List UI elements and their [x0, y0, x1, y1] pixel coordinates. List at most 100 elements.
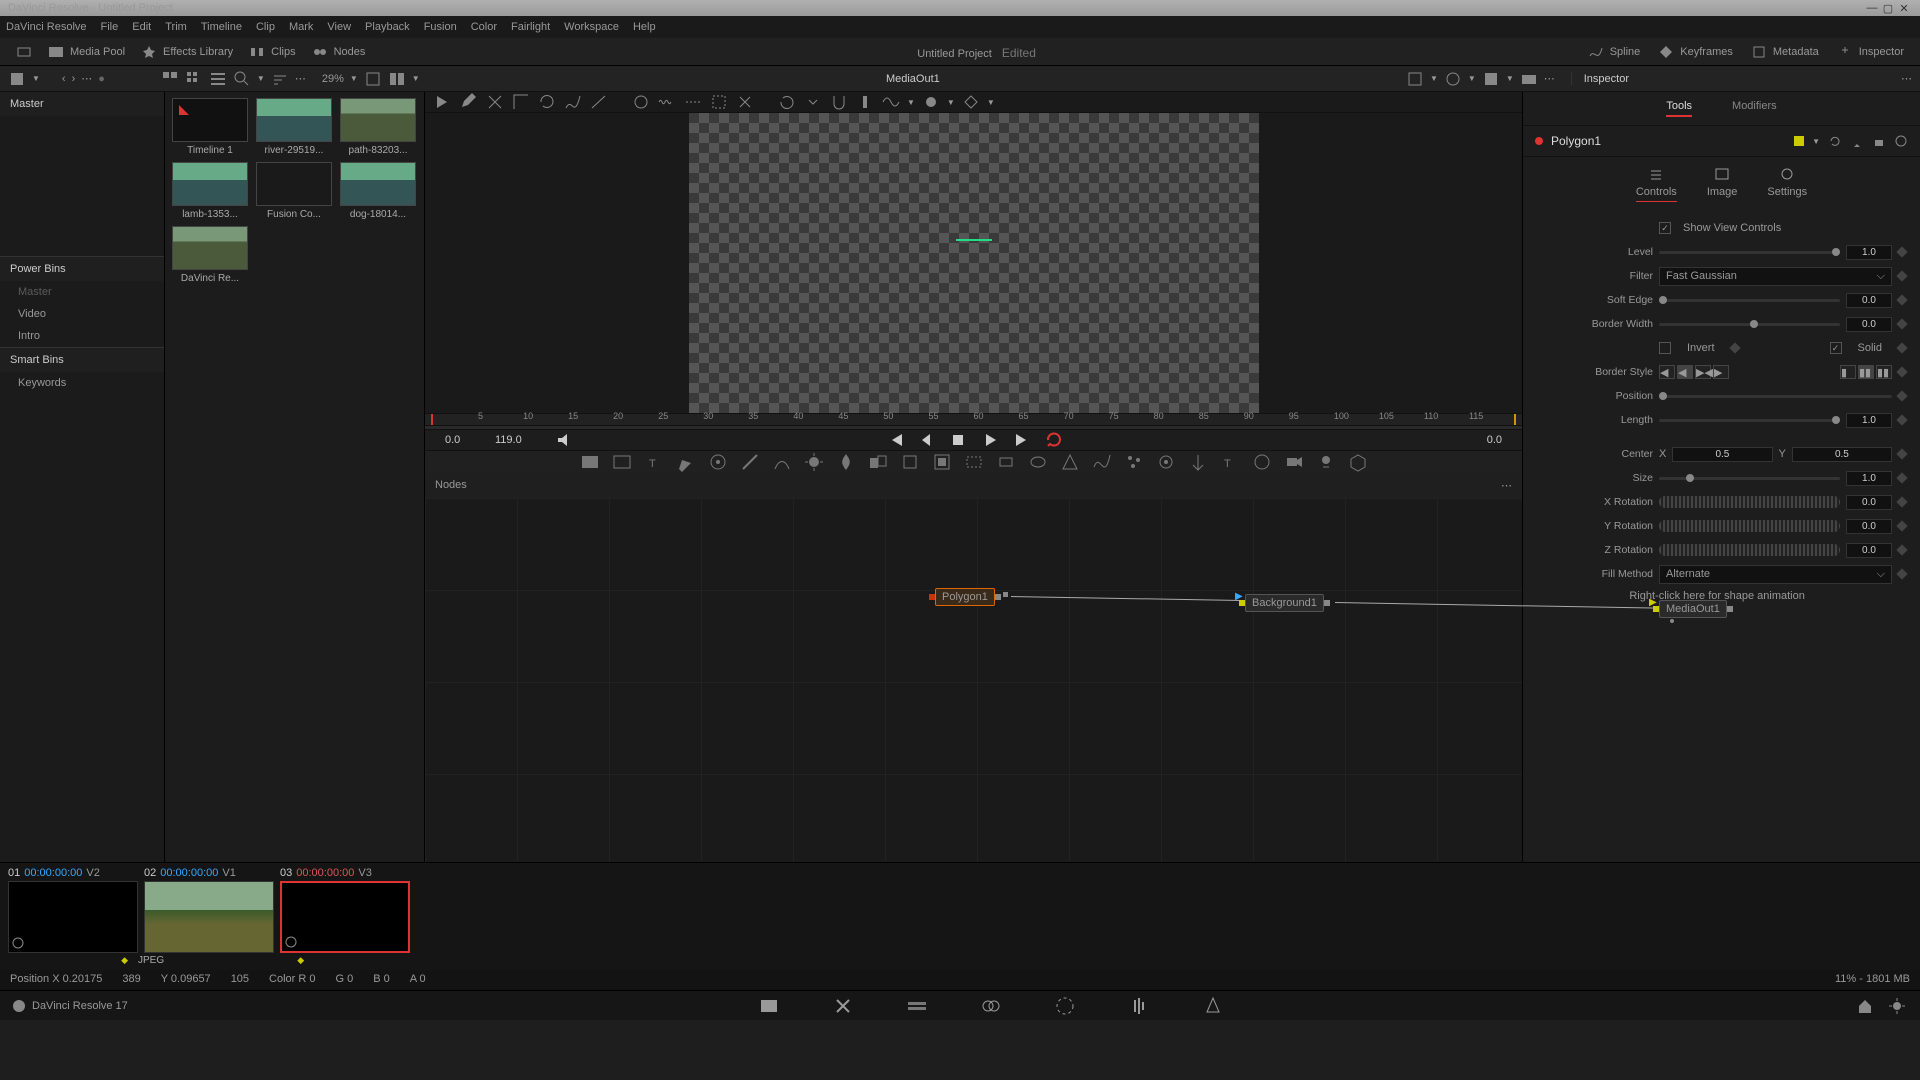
grid-large-icon[interactable] — [161, 70, 179, 88]
fusion-page-button[interactable] — [979, 994, 1003, 1018]
sort-icon[interactable] — [271, 70, 289, 88]
keyframe-icon[interactable] — [1896, 414, 1907, 425]
pemitter-tool-icon[interactable] — [1187, 451, 1209, 473]
clip-item[interactable]: 0200:00:00:00V1 — [144, 867, 274, 953]
chevron-down-icon[interactable]: ▼ — [32, 74, 40, 83]
nav-back-icon[interactable]: ‹ — [62, 73, 66, 85]
background-tool-icon[interactable] — [579, 451, 601, 473]
keyframe-icon[interactable] — [1896, 496, 1907, 507]
corner-icon[interactable] — [511, 92, 531, 112]
borderstyle-caps[interactable]: ▮▮▮▮▮ — [1840, 365, 1892, 379]
reset-icon[interactable] — [1828, 134, 1842, 148]
chevron-down-icon[interactable]: ▼ — [1812, 137, 1820, 146]
menu-app[interactable]: DaVinci Resolve — [6, 21, 87, 33]
subtab-controls[interactable]: Controls — [1636, 165, 1677, 202]
nodes-button[interactable]: Nodes — [304, 41, 374, 63]
zrot-value[interactable]: 0.0 — [1846, 543, 1892, 558]
length-value[interactable]: 1.0 — [1846, 413, 1892, 428]
menu-view[interactable]: View — [327, 21, 351, 33]
center-x-value[interactable]: 0.5 — [1672, 447, 1772, 462]
transform-tool-icon[interactable] — [899, 451, 921, 473]
subtab-image[interactable]: Image — [1707, 165, 1738, 202]
polygon-mask-icon[interactable] — [1059, 451, 1081, 473]
master-bin[interactable]: Master — [0, 92, 164, 116]
edit-page-button[interactable] — [905, 994, 929, 1018]
show-view-checkbox[interactable]: ✓ — [1659, 222, 1671, 234]
last-frame-button[interactable] — [1012, 430, 1032, 450]
menu-fairlight[interactable]: Fairlight — [511, 21, 550, 33]
keyframe-icon[interactable] — [1896, 520, 1907, 531]
keyframe-icon[interactable] — [1896, 448, 1907, 459]
menu-edit[interactable]: Edit — [132, 21, 151, 33]
polygon-shape[interactable] — [956, 239, 992, 241]
menu-color[interactable]: Color — [471, 21, 497, 33]
line-icon[interactable] — [589, 92, 609, 112]
size-slider[interactable] — [1659, 477, 1840, 480]
softedge-value[interactable]: 0.0 — [1846, 293, 1892, 308]
enable-icon[interactable] — [1894, 134, 1908, 148]
keyframes-button[interactable]: Keyframes — [1650, 41, 1741, 63]
menu-fusion[interactable]: Fusion — [424, 21, 457, 33]
quality-icon[interactable] — [1444, 70, 1462, 88]
cut-page-button[interactable] — [831, 994, 855, 1018]
power-bins-header[interactable]: Power Bins — [0, 256, 164, 281]
clip-thumb[interactable]: dog-18014... — [339, 162, 417, 220]
filter-dropdown[interactable]: Fast Gaussian⌵ — [1659, 267, 1892, 286]
menu-clip[interactable]: Clip — [256, 21, 275, 33]
bin-item[interactable]: Master — [0, 281, 164, 303]
nav-fwd-icon[interactable]: › — [72, 73, 76, 85]
keyframe-icon[interactable] — [1896, 390, 1907, 401]
chevron-down-icon[interactable]: ▼ — [257, 74, 265, 83]
subtab-settings[interactable]: Settings — [1767, 165, 1807, 202]
size-value[interactable]: 1.0 — [1846, 471, 1892, 486]
grid-small-icon[interactable] — [185, 70, 203, 88]
settings-icon[interactable] — [1888, 997, 1906, 1015]
xrot-wheel[interactable] — [1659, 496, 1840, 508]
smart-bins-header[interactable]: Smart Bins — [0, 347, 164, 372]
more-icon[interactable]: ⋯ — [1544, 72, 1555, 85]
minimize-button[interactable]: — — [1864, 2, 1880, 14]
loop-icon[interactable] — [777, 92, 797, 112]
brightness-tool-icon[interactable] — [803, 451, 825, 473]
reload-icon[interactable] — [537, 92, 557, 112]
menu-help[interactable]: Help — [633, 21, 656, 33]
snapshot-icon[interactable] — [1520, 70, 1538, 88]
key-icon[interactable] — [961, 92, 981, 112]
deliver-page-button[interactable] — [1201, 994, 1225, 1018]
fairlight-page-button[interactable] — [1127, 994, 1151, 1018]
keyframe-icon[interactable] — [1896, 472, 1907, 483]
tracker-tool-icon[interactable] — [707, 451, 729, 473]
curve-icon[interactable] — [563, 92, 583, 112]
shape3d-tool-icon[interactable] — [1251, 451, 1273, 473]
center-y-value[interactable]: 0.5 — [1792, 447, 1892, 462]
circle-icon[interactable] — [921, 92, 941, 112]
arrow-icon[interactable] — [433, 92, 453, 112]
keyframe-icon[interactable] — [1896, 270, 1907, 281]
loop-button[interactable] — [1044, 430, 1064, 450]
keyframe-icon[interactable] — [1896, 294, 1907, 305]
rect-mask-icon[interactable] — [995, 451, 1017, 473]
stop-button[interactable] — [948, 430, 968, 450]
prev-frame-button[interactable] — [916, 430, 936, 450]
channel-icon[interactable] — [1482, 70, 1500, 88]
level-value[interactable]: 1.0 — [1846, 245, 1892, 260]
mask-tool-icon[interactable] — [739, 451, 761, 473]
split-icon[interactable] — [388, 70, 406, 88]
clip-thumb[interactable]: Fusion Co... — [255, 162, 333, 220]
text3d-tool-icon[interactable]: T — [1219, 451, 1241, 473]
wave-icon[interactable] — [657, 92, 677, 112]
xrot-value[interactable]: 0.0 — [1846, 495, 1892, 510]
edit-icon[interactable] — [485, 92, 505, 112]
prender-tool-icon[interactable] — [1155, 451, 1177, 473]
more-icon[interactable]: ⋯ — [295, 72, 306, 85]
select-all-icon[interactable] — [709, 92, 729, 112]
clip-thumb[interactable]: river-29519... — [255, 98, 333, 156]
clip-thumb[interactable]: lamb-1353... — [171, 162, 249, 220]
tab-modifiers[interactable]: Modifiers — [1732, 100, 1777, 117]
menu-mark[interactable]: Mark — [289, 21, 313, 33]
home-icon[interactable] — [1856, 997, 1874, 1015]
guides-icon[interactable] — [1406, 70, 1424, 88]
clip-thumb[interactable]: DaVinci Re... — [171, 226, 249, 284]
pen-icon[interactable] — [459, 92, 479, 112]
keyframe-icon[interactable] — [1896, 318, 1907, 329]
